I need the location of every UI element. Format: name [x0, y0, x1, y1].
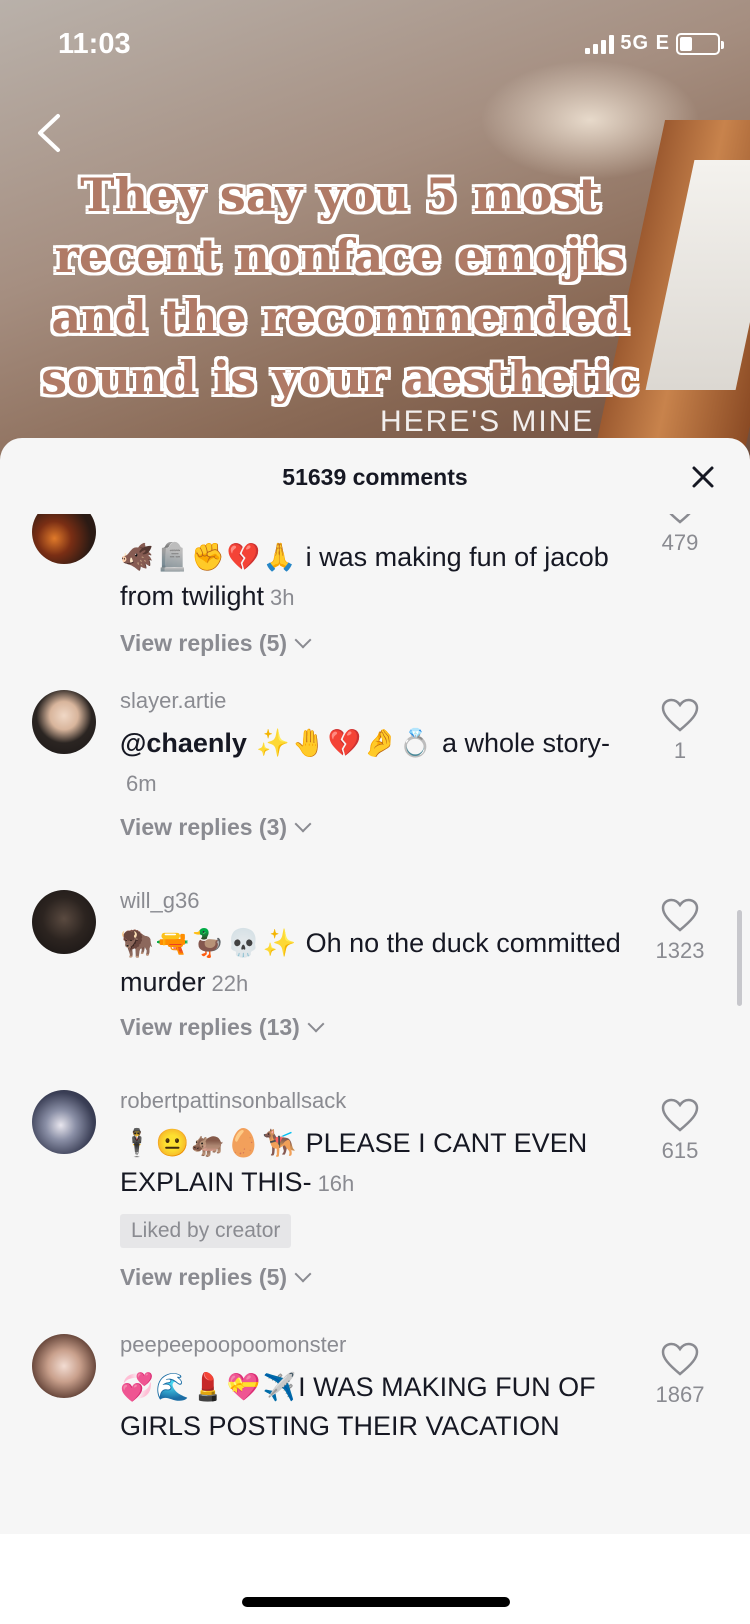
bottom-safe-area	[0, 1534, 750, 1624]
comment-emojis: 💞🌊💄💝✈️	[120, 1372, 299, 1402]
comment-username[interactable]: will_g36	[120, 888, 200, 914]
view-replies-label: View replies (13)	[120, 1014, 300, 1040]
mention-link[interactable]: @chaenly	[120, 728, 247, 758]
comment-time: 16h	[317, 1171, 355, 1196]
avatar[interactable]	[32, 890, 96, 954]
view-replies-button[interactable]: View replies (5)	[120, 630, 312, 657]
comment-time: 3h	[270, 585, 295, 610]
like-count: 1323	[655, 938, 705, 963]
like-button[interactable]: 479	[640, 514, 720, 556]
comments-header: 51639 comments	[0, 438, 750, 514]
comments-sheet: 51639 comments 🐗🪦✊💔🙏 i was making fun of…	[0, 438, 750, 1624]
comment-emojis: ✨🤚💔🤌💍	[246, 728, 435, 758]
chevron-down-icon	[307, 1015, 325, 1033]
comments-list[interactable]: 🐗🪦✊💔🙏 i was making fun of jacob from twi…	[0, 514, 750, 1536]
like-button[interactable]: 1	[640, 698, 720, 764]
heart-icon	[661, 1098, 699, 1132]
comment-text: 🐗🪦✊💔🙏 i was making fun of jacob from twi…	[120, 538, 640, 617]
view-replies-button[interactable]: View replies (5)	[120, 1264, 312, 1291]
like-button[interactable]: 1323	[640, 898, 720, 964]
view-replies-label: View replies (5)	[120, 1264, 288, 1290]
like-count: 615	[661, 1138, 699, 1163]
chevron-left-icon	[38, 114, 60, 152]
network-label: 5G E	[620, 32, 670, 54]
like-count: 479	[661, 530, 699, 555]
caption-line: recent nonface emojis	[54, 229, 626, 283]
back-button[interactable]	[30, 108, 70, 158]
signal-icon	[585, 34, 615, 54]
comment-time: 6m	[126, 771, 157, 796]
view-replies-label: View replies (3)	[120, 814, 288, 840]
caption-line: and the recommended	[51, 290, 629, 344]
video-caption: They say you 5 most recent nonface emoji…	[0, 165, 680, 409]
comment-username[interactable]: robertpattinsonballsack	[120, 1088, 346, 1114]
close-button[interactable]	[690, 464, 716, 490]
battery-icon	[676, 32, 724, 55]
comment-body: a whole story-	[434, 728, 611, 758]
status-time: 11:03	[58, 28, 131, 60]
status-bar: 11:03 5G E	[0, 0, 750, 90]
comment-time: 22h	[211, 971, 249, 996]
avatar[interactable]	[32, 514, 96, 564]
comment-emojis: 🕴😐🦛🥚🐕‍🦺	[120, 1128, 299, 1158]
avatar[interactable]	[32, 690, 96, 754]
chevron-down-icon	[294, 815, 312, 833]
comment-text: 💞🌊💄💝✈️I WAS MAKING FUN OF GIRLS POSTING …	[120, 1368, 640, 1446]
heart-icon	[661, 898, 699, 932]
status-indicators: 5G E	[585, 32, 724, 55]
comment-emojis: 🐗🪦✊💔🙏	[120, 542, 299, 572]
heart-icon	[661, 698, 699, 732]
caption-subtitle: HERE'S MINE	[380, 405, 595, 438]
heart-icon	[661, 1342, 699, 1376]
comment-username[interactable]: slayer.artie	[120, 688, 226, 714]
liked-by-creator-badge: Liked by creator	[120, 1214, 292, 1248]
like-button[interactable]: 615	[640, 1098, 720, 1164]
scrollbar[interactable]	[737, 910, 742, 1006]
comment-username[interactable]: peepeepoopoomonster	[120, 1332, 346, 1358]
comment-text: 🕴😐🦛🥚🐕‍🦺 PLEASE I CANT EVEN EXPLAIN THIS-…	[120, 1124, 640, 1203]
like-count: 1	[673, 738, 687, 763]
chevron-down-icon	[294, 631, 312, 649]
heart-icon	[669, 514, 691, 524]
close-icon	[692, 466, 714, 488]
comment-count: 51639 comments	[282, 464, 468, 490]
view-replies-button[interactable]: View replies (13)	[120, 1014, 325, 1041]
comment-emojis: 🦬🔫🦆💀✨	[120, 928, 299, 958]
home-indicator[interactable]	[242, 1597, 510, 1607]
caption-line: sound is your aesthetic	[41, 351, 639, 405]
like-button[interactable]: 1867	[640, 1342, 720, 1408]
comment-text: @chaenly ✨🤚💔🤌💍 a whole story- 6m	[120, 724, 640, 803]
caption-line: They say you 5 most	[80, 168, 600, 222]
comment-text: 🦬🔫🦆💀✨ Oh no the duck committed murder 22h	[120, 924, 640, 1003]
avatar[interactable]	[32, 1090, 96, 1154]
view-replies-label: View replies (5)	[120, 630, 288, 656]
view-replies-button[interactable]: View replies (3)	[120, 814, 312, 841]
avatar[interactable]	[32, 1334, 96, 1398]
like-count: 1867	[655, 1382, 705, 1407]
chevron-down-icon	[294, 1265, 312, 1283]
